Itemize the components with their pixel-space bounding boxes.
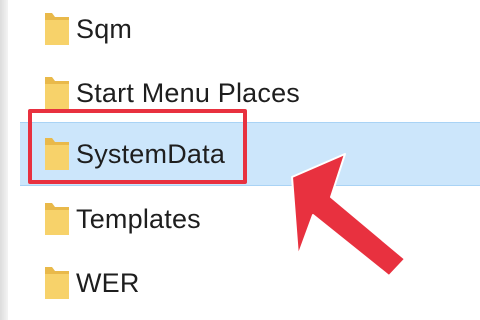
pointer-arrow-icon: [291, 153, 406, 277]
file-explorer-view: Sqm Start Menu Places SystemData Templat…: [0, 0, 480, 320]
